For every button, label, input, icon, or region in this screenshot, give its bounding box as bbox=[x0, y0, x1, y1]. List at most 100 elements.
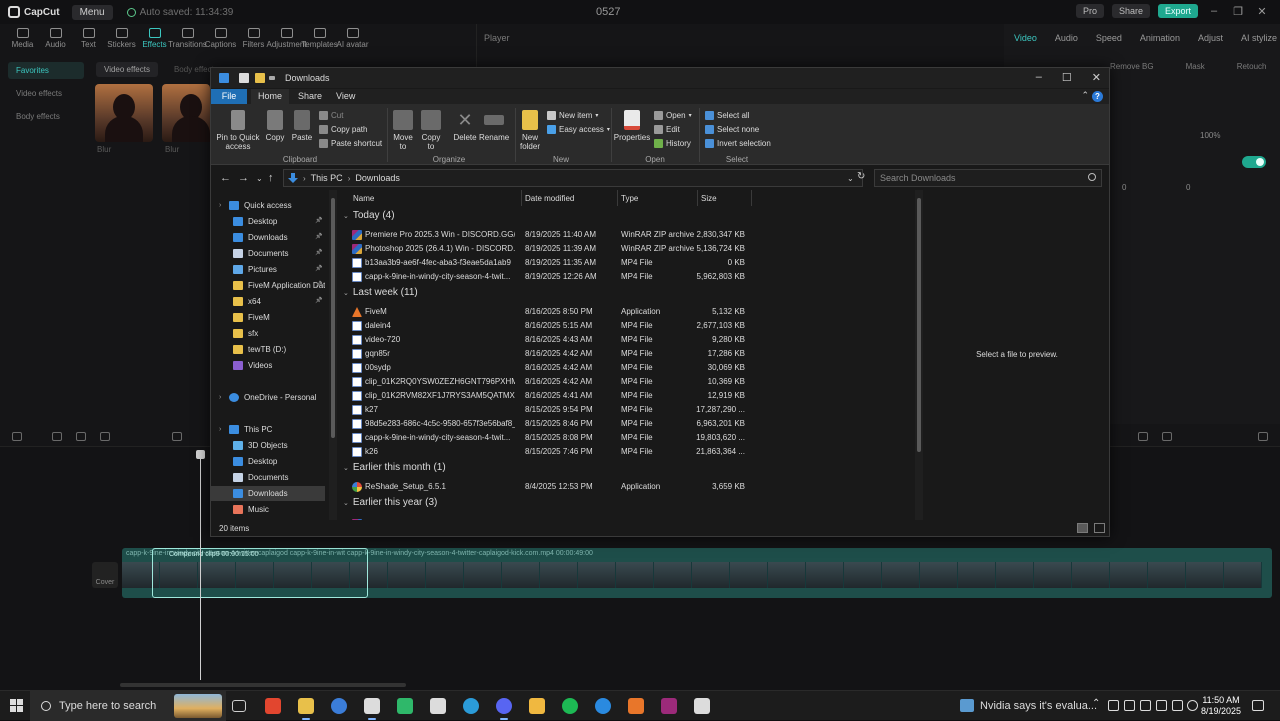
timeline-scrollbar[interactable] bbox=[120, 683, 406, 687]
capcut-minimize-button[interactable]: – bbox=[1206, 5, 1222, 17]
brave-icon[interactable] bbox=[265, 698, 281, 714]
toolbar-transitions-button[interactable]: Transitions bbox=[168, 24, 207, 58]
properties-tab-video[interactable]: Video bbox=[1014, 33, 1037, 43]
toolbar-filters-button[interactable]: Filters bbox=[237, 24, 270, 58]
tab-home[interactable]: Home bbox=[251, 89, 290, 104]
tab-share[interactable]: Share bbox=[291, 89, 329, 104]
invert-selection-button[interactable]: Invert selection bbox=[705, 139, 771, 148]
column-type[interactable]: Type bbox=[621, 194, 638, 203]
column-separator[interactable] bbox=[697, 190, 698, 206]
file-list-scrollbar[interactable] bbox=[915, 190, 923, 520]
toolbar-audio-button[interactable]: Audio bbox=[39, 24, 72, 58]
group-collapse-icon[interactable]: ⌄ bbox=[343, 212, 349, 220]
zoom-out-icon[interactable] bbox=[1162, 432, 1172, 441]
minimize-button[interactable]: – bbox=[1036, 71, 1042, 84]
file-row[interactable]: capp-k-9ine-in-windy-city-season-4-twit.… bbox=[341, 431, 915, 445]
file-row[interactable]: Photoshop 2025 (26.4.1) Win - DISCORD...… bbox=[341, 242, 915, 256]
history-button[interactable]: History bbox=[654, 139, 691, 148]
toolbar-stickers-button[interactable]: Stickers bbox=[105, 24, 138, 58]
new-folder-quick-icon[interactable] bbox=[255, 73, 265, 83]
delete-button[interactable]: ✕ Delete bbox=[451, 110, 479, 142]
edit-button[interactable]: Edit bbox=[654, 125, 680, 134]
zoom-in-icon[interactable] bbox=[1258, 432, 1268, 441]
properties-button[interactable]: Properties bbox=[613, 110, 651, 142]
navigation-scrollbar[interactable] bbox=[329, 190, 337, 520]
file-row[interactable]: clip_01K2RVM82XF1J7RYS3AM5QATMX 8/16/2025… bbox=[341, 389, 915, 403]
skype-icon[interactable] bbox=[595, 698, 611, 714]
details-view-button[interactable] bbox=[1077, 523, 1088, 533]
properties-tab-animation[interactable]: Animation bbox=[1140, 33, 1180, 43]
effect-tab-video[interactable]: Video effects bbox=[96, 62, 158, 77]
nav-item-documents[interactable]: Documents 📌 bbox=[211, 246, 325, 261]
notification-icon[interactable] bbox=[1252, 700, 1264, 711]
ribbon-collapse-icon[interactable]: ⌃ bbox=[1081, 90, 1089, 101]
position-x-value[interactable]: 0 bbox=[1122, 183, 1126, 192]
toolbar-text-button[interactable]: Text bbox=[72, 24, 105, 58]
nav-item-this-pc[interactable]: › This PC bbox=[211, 422, 325, 437]
properties-quick-icon[interactable] bbox=[239, 73, 249, 83]
help-icon[interactable]: ? bbox=[1092, 91, 1103, 102]
easy-access-button[interactable]: Easy access ▾ bbox=[547, 125, 610, 134]
file-row[interactable]: b13aa3b9-ae6f-4fec-aba3-f3eae5da1ab9 8/19… bbox=[341, 256, 915, 270]
address-dropdown-icon[interactable]: ⌄ bbox=[847, 174, 854, 183]
properties-tab-adjust[interactable]: Adjust bbox=[1198, 33, 1223, 43]
system-clock[interactable]: 11:50 AM 8/19/2025 bbox=[1198, 695, 1244, 717]
capcut-2-icon[interactable] bbox=[694, 698, 710, 714]
subtab-mask[interactable]: Mask bbox=[1186, 62, 1205, 71]
timeline-playhead[interactable] bbox=[196, 450, 205, 680]
capcut-maximize-button[interactable]: ❐ bbox=[1230, 5, 1246, 18]
capcut-icon[interactable] bbox=[364, 698, 380, 720]
breadcrumb-downloads[interactable]: Downloads bbox=[355, 173, 400, 183]
back-button[interactable]: ← bbox=[220, 172, 231, 184]
delete-clip-icon[interactable] bbox=[172, 432, 182, 441]
column-separator[interactable] bbox=[751, 190, 752, 206]
copy-to-button[interactable]: Copy to bbox=[419, 110, 443, 151]
nav-item-quick-access[interactable]: › Quick access bbox=[211, 198, 325, 213]
nav-item-fivem-application-data[interactable]: FiveM Application Data 📌 bbox=[211, 278, 325, 293]
file-row[interactable]: k27 8/15/2025 9:54 PM MP4 File 17,287,290 .… bbox=[341, 403, 915, 417]
compound-clip[interactable]: Compound clip9 00:00:15:00 bbox=[152, 548, 368, 598]
cut-button[interactable]: Cut bbox=[319, 111, 343, 120]
paste-button[interactable]: Paste bbox=[289, 110, 315, 142]
large-icons-view-button[interactable] bbox=[1094, 523, 1105, 533]
game-app-icon[interactable] bbox=[529, 698, 545, 714]
group-header[interactable]: ⌄ Last week (11) bbox=[343, 287, 418, 298]
task-view-icon[interactable] bbox=[232, 700, 246, 712]
nav-item-fivem[interactable]: FiveM bbox=[211, 310, 325, 325]
select-none-button[interactable]: Select none bbox=[705, 125, 759, 134]
file-row[interactable]: dalein4 8/16/2025 5:15 AM MP4 File 2,677,10… bbox=[341, 319, 915, 333]
capcut-close-button[interactable]: ✕ bbox=[1254, 5, 1270, 18]
nav-item-tewtb-d[interactable]: tewTB (D:) bbox=[211, 342, 325, 357]
scale-value[interactable]: 100% bbox=[1200, 131, 1220, 140]
nav-item-documents[interactable]: Documents bbox=[211, 470, 325, 485]
effects-nav-favorites[interactable]: Favorites bbox=[8, 62, 84, 79]
fivem-icon[interactable] bbox=[628, 698, 644, 714]
nav-item-onedrive-personal[interactable]: › OneDrive - Personal bbox=[211, 390, 325, 405]
subtab-remove-bg[interactable]: Remove BG bbox=[1110, 62, 1154, 71]
nav-item-pictures[interactable]: Pictures bbox=[211, 518, 325, 520]
discord-icon[interactable] bbox=[496, 698, 512, 720]
forward-button[interactable]: → bbox=[238, 172, 249, 184]
chrome-icon[interactable] bbox=[331, 698, 347, 714]
nav-item-pictures[interactable]: Pictures 📌 bbox=[211, 262, 325, 277]
quick-access-dropdown-icon[interactable] bbox=[269, 76, 275, 80]
file-row[interactable]: clip_01K2RQ0YSW0ZEZH6GNT796PXHM 8/16/2025… bbox=[341, 375, 915, 389]
volume-icon[interactable] bbox=[1187, 700, 1198, 711]
timeline-settings-icon[interactable] bbox=[1138, 432, 1148, 441]
taskbar-search[interactable]: Type here to search bbox=[30, 691, 226, 721]
effect-thumbnail[interactable] bbox=[162, 84, 210, 142]
position-y-value[interactable]: 0 bbox=[1186, 183, 1190, 192]
move-to-button[interactable]: Move to bbox=[391, 110, 415, 151]
file-row[interactable]: FiveM 8/16/2025 8:50 PM Application 5,132 K… bbox=[341, 305, 915, 319]
effects-nav-body-effects[interactable]: Body effects bbox=[8, 108, 84, 125]
rename-button[interactable]: Rename bbox=[479, 110, 509, 142]
navigation-scrollbar-thumb[interactable] bbox=[331, 198, 335, 438]
toolbar-templates-button[interactable]: Templates bbox=[301, 24, 338, 58]
refresh-icon[interactable]: ↻ bbox=[857, 171, 865, 182]
news-widget[interactable]: Nvidia says it's evalua... bbox=[960, 699, 1097, 712]
pro-button[interactable]: Pro bbox=[1075, 4, 1104, 18]
microphone-icon[interactable] bbox=[1140, 700, 1151, 711]
toolbar-adjustment-button[interactable]: Adjustment bbox=[266, 24, 307, 58]
group-header[interactable]: ⌄ Earlier this month (1) bbox=[343, 462, 446, 473]
nav-item-downloads[interactable]: Downloads 📌 bbox=[211, 230, 325, 245]
